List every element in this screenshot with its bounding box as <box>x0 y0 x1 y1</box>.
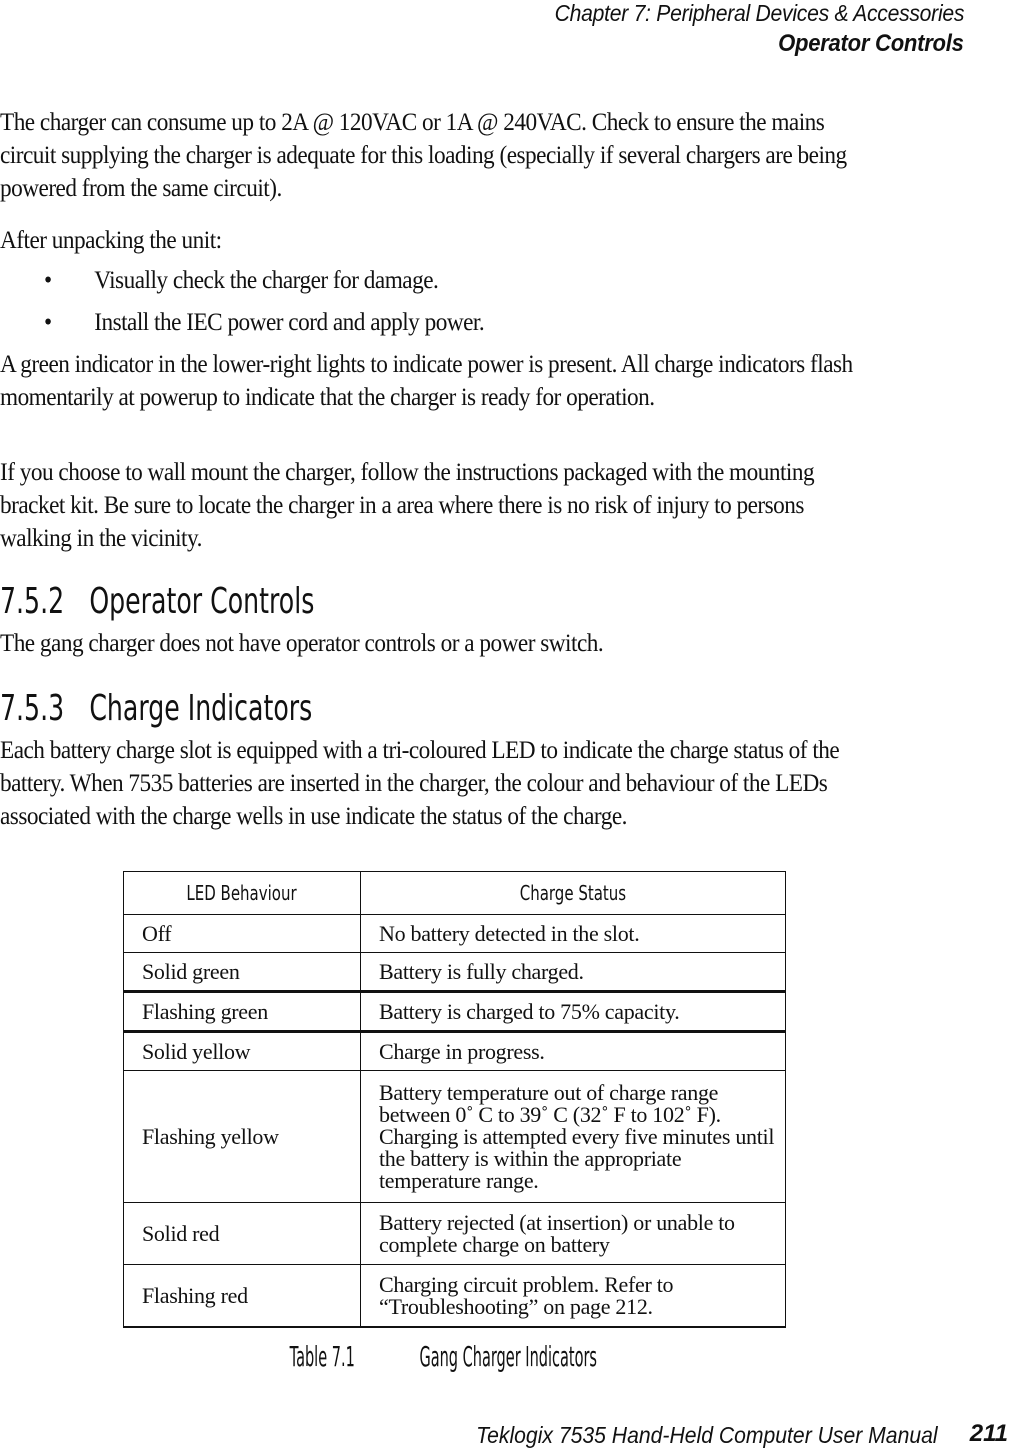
charge-status-cell: Battery rejected (at insertion) or unabl… <box>360 1202 786 1265</box>
list-item: • Visually check the charger for damage. <box>44 264 484 306</box>
led-behaviour-cell: Solid yellow <box>123 1030 361 1071</box>
led-behaviour-cell: Flashing yellow <box>123 1070 361 1203</box>
table-row: Solid yellow Charge in progress. <box>123 1030 786 1071</box>
bullet-icon: • <box>44 309 52 336</box>
charge-status-cell: Battery temperature out of charge range … <box>360 1070 786 1203</box>
led-behaviour-cell: Flashing green <box>123 990 361 1032</box>
footer-manual-title: Teklogix 7535 Hand-Held Computer User Ma… <box>476 1422 938 1448</box>
column-header-led-behaviour: LED Behaviour <box>123 871 361 915</box>
list-item-text: Install the IEC power cord and apply pow… <box>94 309 485 336</box>
document-page: Chapter 7: Peripheral Devices & Accessor… <box>0 0 1010 1451</box>
charge-status-cell: Charge in progress. <box>360 1030 786 1071</box>
paragraph-power-consumption: The charger can consume up to 2A @ 120VA… <box>0 109 847 202</box>
running-header-chapter: Chapter 7: Peripheral Devices & Accessor… <box>554 0 964 26</box>
section-title: Operator Controls <box>89 581 315 622</box>
section-number: 7.5.2 <box>0 581 65 622</box>
paragraph-charge-indicators: Each battery charge slot is equipped wit… <box>0 737 840 830</box>
section-title: Charge Indicators <box>89 688 313 729</box>
paragraph-after-unpacking: After unpacking the unit: <box>0 227 222 254</box>
section-number: 7.5.3 <box>0 688 65 729</box>
bullet-icon: • <box>44 267 52 294</box>
column-header-charge-status: Charge Status <box>360 871 786 915</box>
paragraph-green-indicator: A green indicator in the lower-right lig… <box>0 351 853 411</box>
table-caption: Table 7.1 Gang Charger Indicators <box>123 1340 786 1374</box>
table-row: Solid green Battery is fully charged. <box>123 952 786 992</box>
list-item: • Install the IEC power cord and apply p… <box>44 306 485 348</box>
table-row: Flashing yellow Battery temperature out … <box>123 1070 786 1203</box>
charge-status-cell: Charging circuit problem. Refer to “Trou… <box>360 1264 786 1328</box>
led-behaviour-cell: Flashing red <box>123 1264 361 1328</box>
footer-page-number: 211 <box>969 1420 1008 1447</box>
gang-charger-indicators-table: LED Behaviour Charge Status Off No batte… <box>123 871 786 1328</box>
table-caption-text: Table 7.1 Gang Charger Indicators <box>277 1340 631 1374</box>
running-header-section: Operator Controls <box>778 30 965 57</box>
table-caption-title: Gang Charger Indicators <box>419 1340 598 1373</box>
paragraph-wall-mount: If you choose to wall mount the charger,… <box>0 459 815 552</box>
charge-status-cell: No battery detected in the slot. <box>360 914 786 953</box>
led-behaviour-cell: Solid green <box>123 952 361 992</box>
section-heading-operator-controls: 7.5.2 Operator Controls <box>0 582 314 622</box>
list-item-text: Visually check the charger for damage. <box>94 267 439 294</box>
led-behaviour-cell: Solid red <box>123 1202 361 1265</box>
table-row: Flashing green Battery is charged to 75%… <box>123 990 786 1032</box>
section-heading-charge-indicators: 7.5.3 Charge Indicators <box>0 689 312 729</box>
charge-status-cell: Battery is charged to 75% capacity. <box>360 990 786 1032</box>
table-row: Solid red Battery rejected (at insertion… <box>123 1202 786 1265</box>
table-header-row: LED Behaviour Charge Status <box>123 871 786 915</box>
led-behaviour-cell: Off <box>123 914 361 953</box>
unpacking-checklist: • Visually check the charger for damage.… <box>44 264 485 348</box>
table-row: Off No battery detected in the slot. <box>123 914 786 953</box>
charge-status-cell: Battery is fully charged. <box>360 952 786 992</box>
table-caption-number: Table 7.1 <box>289 1340 356 1373</box>
table-row: Flashing red Charging circuit problem. R… <box>123 1264 786 1328</box>
paragraph-operator-controls: The gang charger does not have operator … <box>0 630 604 657</box>
